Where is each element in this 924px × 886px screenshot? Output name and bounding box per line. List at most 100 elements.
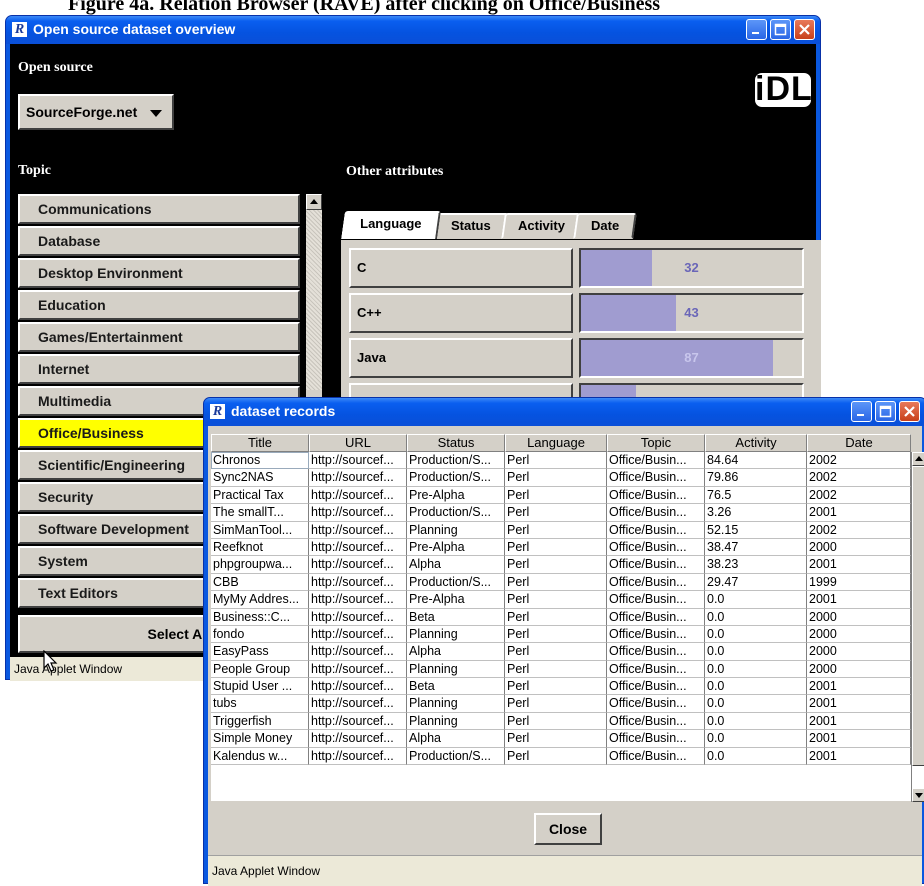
attribute-label[interactable]: Java: [349, 338, 573, 378]
table-cell[interactable]: fondo: [211, 625, 309, 644]
table-cell[interactable]: The smallT...: [211, 504, 309, 522]
table-cell[interactable]: tubs: [211, 695, 309, 713]
table-cell[interactable]: Alpha: [407, 643, 505, 661]
table-cell[interactable]: Perl: [505, 712, 607, 731]
table-cell[interactable]: Office/Busin...: [607, 678, 705, 696]
table-cell[interactable]: 76.5: [705, 486, 807, 505]
tab-date[interactable]: Date: [573, 213, 637, 239]
close-window-button[interactable]: [899, 401, 920, 422]
table-cell[interactable]: 2000: [807, 643, 911, 661]
table-row[interactable]: Simple Money http://sourcef... Alpha Perl Of…: [211, 730, 911, 748]
table-cell[interactable]: 2000: [807, 538, 911, 557]
column-header-status[interactable]: Status: [407, 434, 505, 452]
scroll-up-icon[interactable]: [306, 194, 322, 210]
table-cell[interactable]: Office/Busin...: [607, 538, 705, 557]
minimize-button[interactable]: [851, 401, 872, 422]
table-cell[interactable]: Perl: [505, 625, 607, 644]
table-cell[interactable]: 2000: [807, 625, 911, 644]
table-cell[interactable]: Kalendus w...: [211, 747, 309, 766]
table-cell[interactable]: Perl: [505, 504, 607, 522]
column-header-topic[interactable]: Topic: [607, 434, 705, 452]
table-cell[interactable]: http://sourcef...: [309, 486, 407, 505]
table-cell[interactable]: Office/Busin...: [607, 695, 705, 713]
records-title-bar[interactable]: R dataset records: [204, 398, 924, 426]
maximize-button[interactable]: [875, 401, 896, 422]
table-cell[interactable]: Office/Busin...: [607, 660, 705, 679]
title-bar[interactable]: R Open source dataset overview: [6, 16, 820, 44]
table-cell[interactable]: Office/Busin...: [607, 730, 705, 748]
table-cell[interactable]: SimManTool...: [211, 521, 309, 539]
table-row[interactable]: Stupid User ... http://sourcef... Beta Perl…: [211, 678, 911, 696]
table-cell[interactable]: Perl: [505, 486, 607, 505]
table-cell[interactable]: 0.0: [705, 730, 807, 748]
table-cell[interactable]: http://sourcef...: [309, 591, 407, 609]
table-row[interactable]: Practical Tax http://sourcef... Pre-Alpha P…: [211, 486, 911, 505]
table-cell[interactable]: http://sourcef...: [309, 747, 407, 766]
table-cell[interactable]: Pre-Alpha: [407, 486, 505, 505]
tab-activity[interactable]: Activity: [501, 213, 581, 239]
table-cell[interactable]: Perl: [505, 452, 607, 470]
select-all-button[interactable]: Select All: [18, 615, 218, 653]
attribute-label[interactable]: C: [349, 248, 573, 288]
table-cell[interactable]: Stupid User ...: [211, 678, 309, 696]
close-button[interactable]: Close: [534, 813, 602, 845]
table-cell[interactable]: Office/Busin...: [607, 625, 705, 644]
table-cell[interactable]: 2001: [807, 730, 911, 748]
table-cell[interactable]: Planning: [407, 660, 505, 679]
table-cell[interactable]: Office/Busin...: [607, 712, 705, 731]
column-header-title[interactable]: Title: [211, 434, 309, 452]
topic-item[interactable]: Communications: [18, 194, 300, 224]
table-row[interactable]: Triggerfish http://sourcef... Planning Perl…: [211, 712, 911, 731]
table-cell[interactable]: Perl: [505, 608, 607, 626]
table-cell[interactable]: Planning: [407, 695, 505, 713]
table-cell[interactable]: http://sourcef...: [309, 695, 407, 713]
table-cell[interactable]: Production/S...: [407, 573, 505, 592]
table-cell[interactable]: 84.64: [705, 452, 807, 470]
table-cell[interactable]: http://sourcef...: [309, 712, 407, 731]
table-cell[interactable]: Pre-Alpha: [407, 538, 505, 557]
table-cell[interactable]: http://sourcef...: [309, 504, 407, 522]
table-cell[interactable]: Office/Busin...: [607, 504, 705, 522]
table-cell[interactable]: http://sourcef...: [309, 643, 407, 661]
table-row[interactable]: fondo http://sourcef... Planning Perl Office…: [211, 625, 911, 644]
table-cell[interactable]: 2001: [807, 504, 911, 522]
table-cell[interactable]: Reefknot: [211, 538, 309, 557]
table-cell[interactable]: http://sourcef...: [309, 573, 407, 592]
table-cell[interactable]: Office/Busin...: [607, 747, 705, 766]
table-cell[interactable]: 52.15: [705, 521, 807, 539]
table-cell[interactable]: 2002: [807, 469, 911, 487]
scroll-up-icon[interactable]: [912, 452, 924, 466]
table-cell[interactable]: Perl: [505, 695, 607, 713]
topic-item[interactable]: Desktop Environment: [18, 258, 300, 288]
table-cell[interactable]: Business::C...: [211, 608, 309, 626]
table-cell[interactable]: 2001: [807, 556, 911, 574]
table-cell[interactable]: Office/Busin...: [607, 643, 705, 661]
table-cell[interactable]: 29.47: [705, 573, 807, 592]
table-row[interactable]: The smallT... http://sourcef... Production…: [211, 504, 911, 522]
table-cell[interactable]: phpgroupwa...: [211, 556, 309, 574]
table-cell[interactable]: Perl: [505, 556, 607, 574]
tab-status[interactable]: Status: [433, 213, 509, 239]
topic-item[interactable]: Internet: [18, 354, 300, 384]
table-cell[interactable]: 3.26: [705, 504, 807, 522]
table-cell[interactable]: 79.86: [705, 469, 807, 487]
source-dropdown[interactable]: SourceForge.net: [18, 94, 174, 130]
table-cell[interactable]: 38.23: [705, 556, 807, 574]
table-cell[interactable]: Office/Busin...: [607, 573, 705, 592]
table-cell[interactable]: http://sourcef...: [309, 625, 407, 644]
table-cell[interactable]: Perl: [505, 538, 607, 557]
table-row[interactable]: EasyPass http://sourcef... Alpha Perl Office…: [211, 643, 911, 661]
table-row[interactable]: SimManTool... http://sourcef... Planning Pe…: [211, 521, 911, 539]
topic-item[interactable]: Games/Entertainment: [18, 322, 300, 352]
table-scrollbar[interactable]: [911, 452, 924, 802]
table-cell[interactable]: CBB: [211, 573, 309, 592]
topic-item[interactable]: Database: [18, 226, 300, 256]
column-header-date[interactable]: Date: [807, 434, 911, 452]
column-header-language[interactable]: Language: [505, 434, 607, 452]
table-cell[interactable]: 0.0: [705, 695, 807, 713]
table-cell[interactable]: Perl: [505, 678, 607, 696]
table-cell[interactable]: 2002: [807, 521, 911, 539]
table-cell[interactable]: Sync2NAS: [211, 469, 309, 487]
scroll-thumb[interactable]: [912, 466, 924, 766]
scroll-down-icon[interactable]: [912, 788, 924, 802]
